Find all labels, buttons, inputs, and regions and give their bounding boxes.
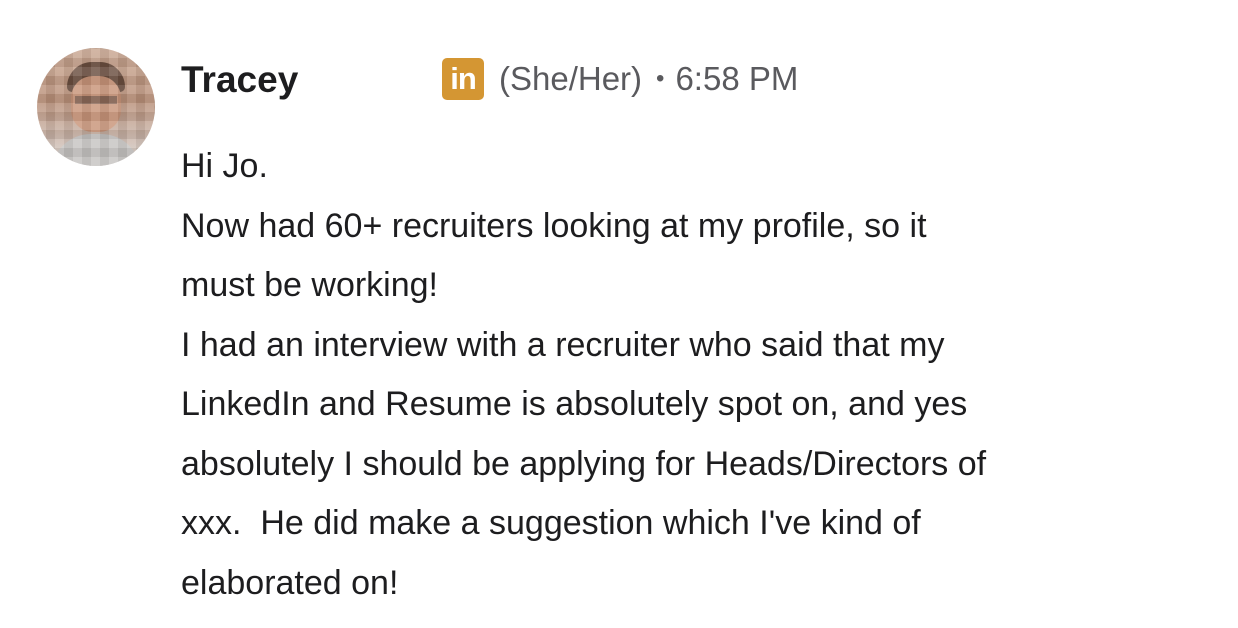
message-line: absolutely I should be applying for Head… [181, 444, 987, 483]
message-line: Hi Jo. [181, 147, 268, 185]
message-line: I had an interview with a recruiter who … [181, 325, 945, 364]
message-line: LinkedIn and Resume is absolutely spot o… [181, 385, 968, 423]
avatar[interactable] [37, 48, 155, 166]
message-body: Hi Jo. Now had 60+ recruiters looking at… [181, 137, 1226, 613]
message-line: Now had 60+ recruiters looking at my pro… [181, 206, 927, 245]
message-meta: in (She/Her) • 6:58 PM [442, 57, 798, 101]
pronouns: (She/Her) [499, 60, 643, 97]
avatar-pixelation [37, 48, 155, 166]
meta-separator: • [656, 65, 665, 92]
message-timestamp: 6:58 PM [675, 60, 799, 97]
message-line: elaborated on! [181, 563, 399, 602]
linkedin-icon: in [442, 58, 484, 100]
message-line: xxx. He did make a suggestion which I've… [181, 504, 921, 542]
message-line: must be working! [181, 266, 438, 304]
chat-message: Tracey in (She/Her) • 6:58 PM Hi Jo. Now… [0, 0, 1238, 628]
sender-name[interactable]: Tracey [181, 58, 298, 102]
